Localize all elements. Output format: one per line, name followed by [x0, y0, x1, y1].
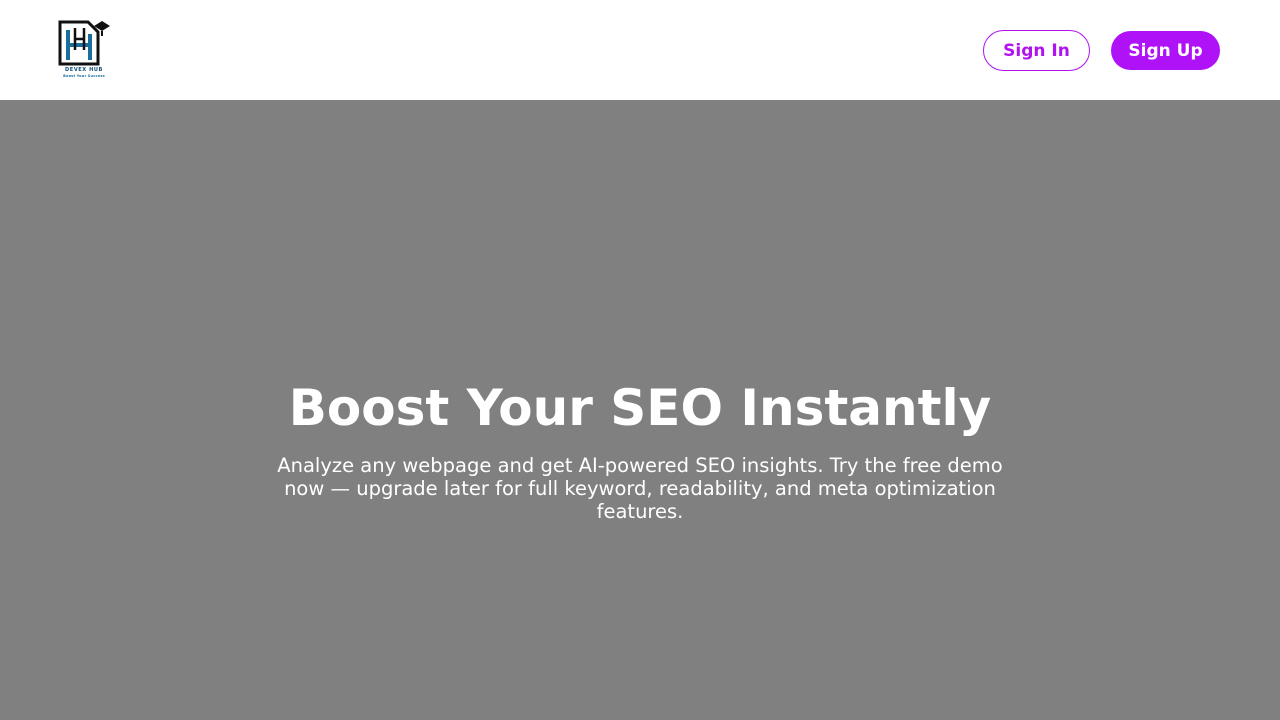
sign-up-button[interactable]: Sign Up: [1111, 31, 1220, 70]
devex-hub-logo-icon: [58, 20, 110, 66]
top-navbar: DEVEX HUB Boost Your Success Sign In Sig…: [0, 0, 1280, 100]
hero-subtitle: Analyze any webpage and get AI-powered S…: [277, 454, 1003, 523]
logo-tagline: Boost Your Success: [63, 74, 105, 78]
hero-section: Boost Your SEO Instantly Analyze any web…: [0, 100, 1280, 720]
devex-hub-logo[interactable]: DEVEX HUB Boost Your Success: [58, 20, 112, 80]
sign-in-button[interactable]: Sign In: [983, 30, 1090, 71]
hero-title: Boost Your SEO Instantly: [288, 379, 992, 437]
